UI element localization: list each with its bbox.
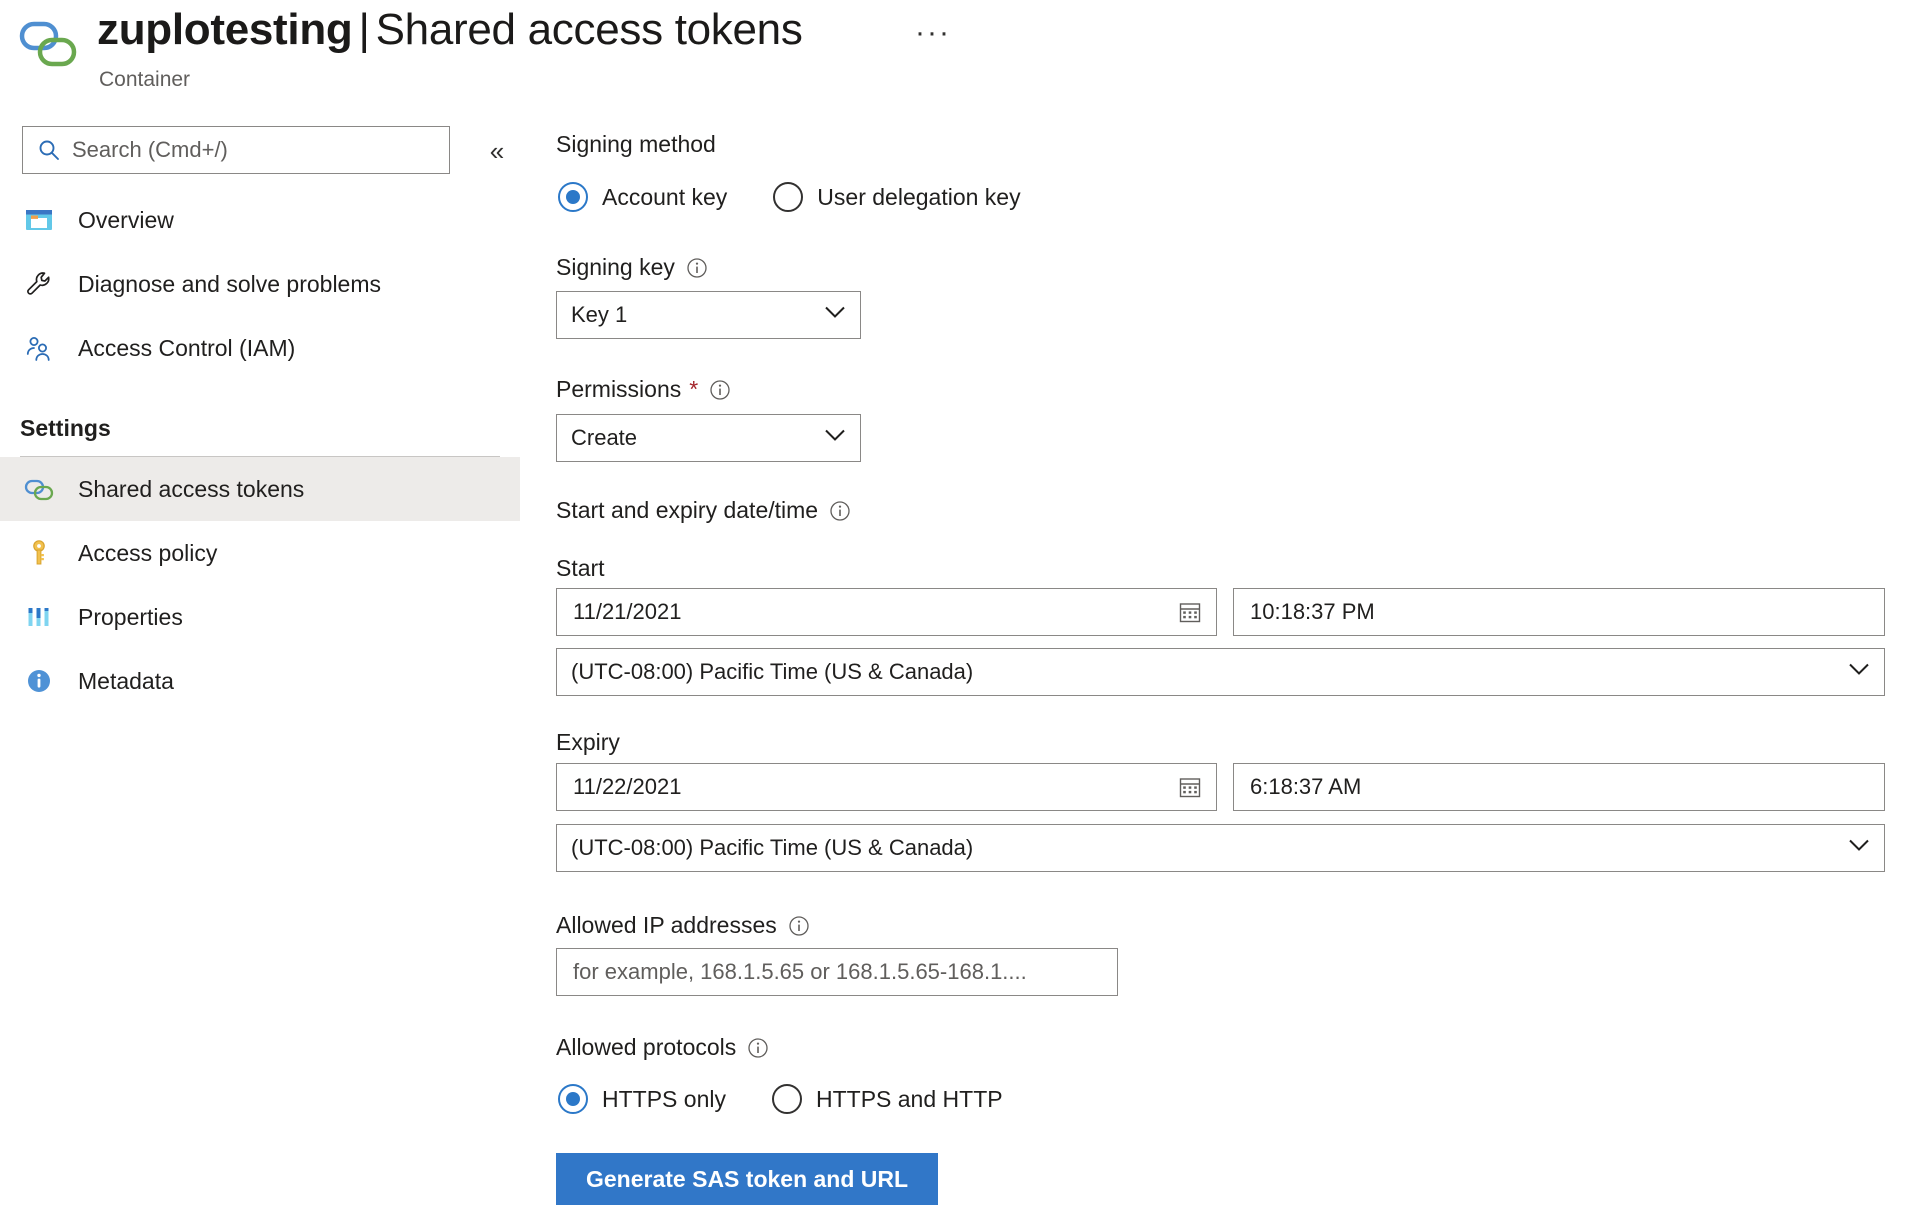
allowed-ip-field[interactable] [571, 958, 1064, 986]
signing-method-label: Signing method [556, 131, 716, 158]
properties-bars-icon [22, 600, 56, 634]
radio-indicator[interactable] [558, 1084, 588, 1114]
radio-indicator[interactable] [773, 182, 804, 212]
sidebar-item-label: Shared access tokens [78, 475, 305, 502]
page-title: zuplotesting | Shared access tokens [97, 5, 803, 55]
sidebar-item-shared-access-tokens[interactable]: Shared access tokens [0, 457, 520, 521]
page-title-separator: | [358, 5, 370, 54]
signing-method-label-text: Signing method [556, 131, 716, 157]
link-rings-icon [18, 18, 78, 76]
radio-indicator[interactable] [558, 182, 588, 212]
sidebar-item-access-policy[interactable]: Access policy [0, 521, 520, 585]
search-icon [37, 138, 61, 162]
collapse-sidebar-icon[interactable]: « [480, 134, 514, 168]
sidebar-item-label: Access policy [78, 539, 218, 566]
chevron-down-icon [824, 429, 846, 448]
permissions-label: Permissions * [556, 376, 731, 403]
signing-method-option-account-key[interactable]: Account key [558, 182, 727, 212]
start-timezone-select[interactable]: (UTC-08:00) Pacific Time (US & Canada) [556, 648, 1885, 696]
page-title-resource: zuplotesting [97, 5, 353, 54]
allowed-protocols-option-https-only[interactable]: HTTPS only [558, 1084, 726, 1114]
sidebar-item-access-control-iam[interactable]: Access Control (IAM) [0, 316, 520, 380]
info-icon[interactable] [747, 1037, 769, 1059]
allowed-ip-label: Allowed IP addresses [556, 912, 810, 939]
sidebar-item-label: Overview [78, 206, 174, 233]
radio-indicator[interactable] [771, 1084, 802, 1114]
more-menu-icon[interactable]: ··· [915, 18, 951, 48]
sidebar-item-metadata[interactable]: Metadata [0, 649, 520, 713]
radio-label: User delegation key [817, 183, 1021, 210]
info-icon[interactable] [829, 500, 851, 522]
expiry-time-input[interactable] [1233, 763, 1885, 811]
sidebar-item-label: Access Control (IAM) [78, 334, 296, 361]
calendar-icon[interactable] [1178, 775, 1202, 799]
date-range-label-text: Start and expiry date/time [556, 497, 819, 523]
radio-label: HTTPS only [602, 1085, 726, 1112]
signing-key-value: Key 1 [571, 302, 628, 327]
sidebar-item-label: Diagnose and solve problems [78, 270, 382, 297]
expiry-timezone-value: (UTC-08:00) Pacific Time (US & Canada) [571, 835, 974, 860]
expiry-time-field[interactable] [1248, 773, 1820, 801]
allowed-protocols-label-text: Allowed protocols [556, 1034, 737, 1060]
expiry-timezone-select[interactable]: (UTC-08:00) Pacific Time (US & Canada) [556, 824, 1885, 872]
sidebar-section-label: Settings [20, 415, 111, 441]
signing-key-select[interactable]: Key 1 [556, 291, 861, 339]
start-time-field[interactable] [1248, 598, 1820, 626]
sidebar-item-label: Metadata [78, 667, 174, 694]
radio-label: HTTPS and HTTP [815, 1085, 1003, 1112]
chevron-down-icon [824, 306, 846, 325]
start-date-input[interactable] [556, 588, 1217, 636]
radio-label: Account key [602, 183, 728, 210]
allowed-protocols-label: Allowed protocols [556, 1034, 769, 1061]
signing-method-option-user-delegation-key[interactable]: User delegation key [773, 182, 1021, 212]
people-icon [22, 331, 56, 365]
allowed-protocols-option-https-and-http[interactable]: HTTPS and HTTP [771, 1084, 1003, 1114]
start-timezone-value: (UTC-08:00) Pacific Time (US & Canada) [571, 659, 974, 684]
expiry-date-input[interactable] [556, 763, 1217, 811]
allowed-protocols-radio-group: HTTPS only HTTPS and HTTP [558, 1084, 1049, 1114]
info-circle-icon [22, 664, 56, 698]
allowed-ip-input[interactable] [556, 948, 1118, 996]
signing-method-radio-group: Account key User delegation key [558, 182, 1067, 212]
expiry-label: Expiry [556, 729, 620, 755]
sidebar-search-row: « [22, 126, 504, 176]
calendar-icon[interactable] [1178, 600, 1202, 624]
overview-icon [22, 203, 56, 237]
resource-kind-label: Container [99, 68, 191, 91]
permissions-select[interactable]: Create [556, 414, 861, 462]
search-input[interactable] [70, 136, 430, 164]
sidebar-nav: Overview Diagnose and solve problems Acc… [0, 188, 520, 713]
wrench-icon [22, 267, 56, 301]
info-icon[interactable] [709, 379, 731, 401]
chevron-down-icon [1848, 839, 1870, 858]
sidebar-item-properties[interactable]: Properties [0, 585, 520, 649]
blade-header: zuplotesting | Shared access tokens ··· Co… [0, 0, 1926, 110]
required-asterisk: * [689, 376, 699, 402]
date-range-label: Start and expiry date/time [556, 497, 851, 524]
search-box[interactable] [22, 126, 450, 174]
sidebar-item-overview[interactable]: Overview [0, 188, 520, 252]
sidebar-section-settings: Settings [0, 380, 520, 450]
link-rings-icon [22, 472, 56, 506]
sidebar-item-label: Properties [78, 603, 183, 630]
start-label: Start [556, 555, 605, 581]
azure-portal-blade: zuplotesting | Shared access tokens ··· Co… [0, 0, 1926, 1228]
info-icon[interactable] [686, 257, 708, 279]
sidebar: « Overview [0, 118, 520, 1228]
signing-key-label: Signing key [556, 254, 708, 281]
signing-key-label-text: Signing key [556, 254, 675, 280]
generate-sas-token-button[interactable]: Generate SAS token and URL [556, 1153, 939, 1205]
key-icon [22, 536, 56, 570]
permissions-value: Create [571, 425, 638, 450]
permissions-label-text: Permissions [556, 376, 682, 402]
info-icon[interactable] [788, 915, 810, 937]
sidebar-item-diagnose-and-solve-problems[interactable]: Diagnose and solve problems [0, 252, 520, 316]
start-time-input[interactable] [1233, 588, 1885, 636]
chevron-down-icon [1848, 663, 1870, 682]
start-date-field[interactable] [571, 598, 1151, 626]
expiry-date-field[interactable] [571, 773, 1151, 801]
page-title-blade: Shared access tokens [375, 5, 803, 54]
allowed-ip-label-text: Allowed IP addresses [556, 912, 777, 938]
